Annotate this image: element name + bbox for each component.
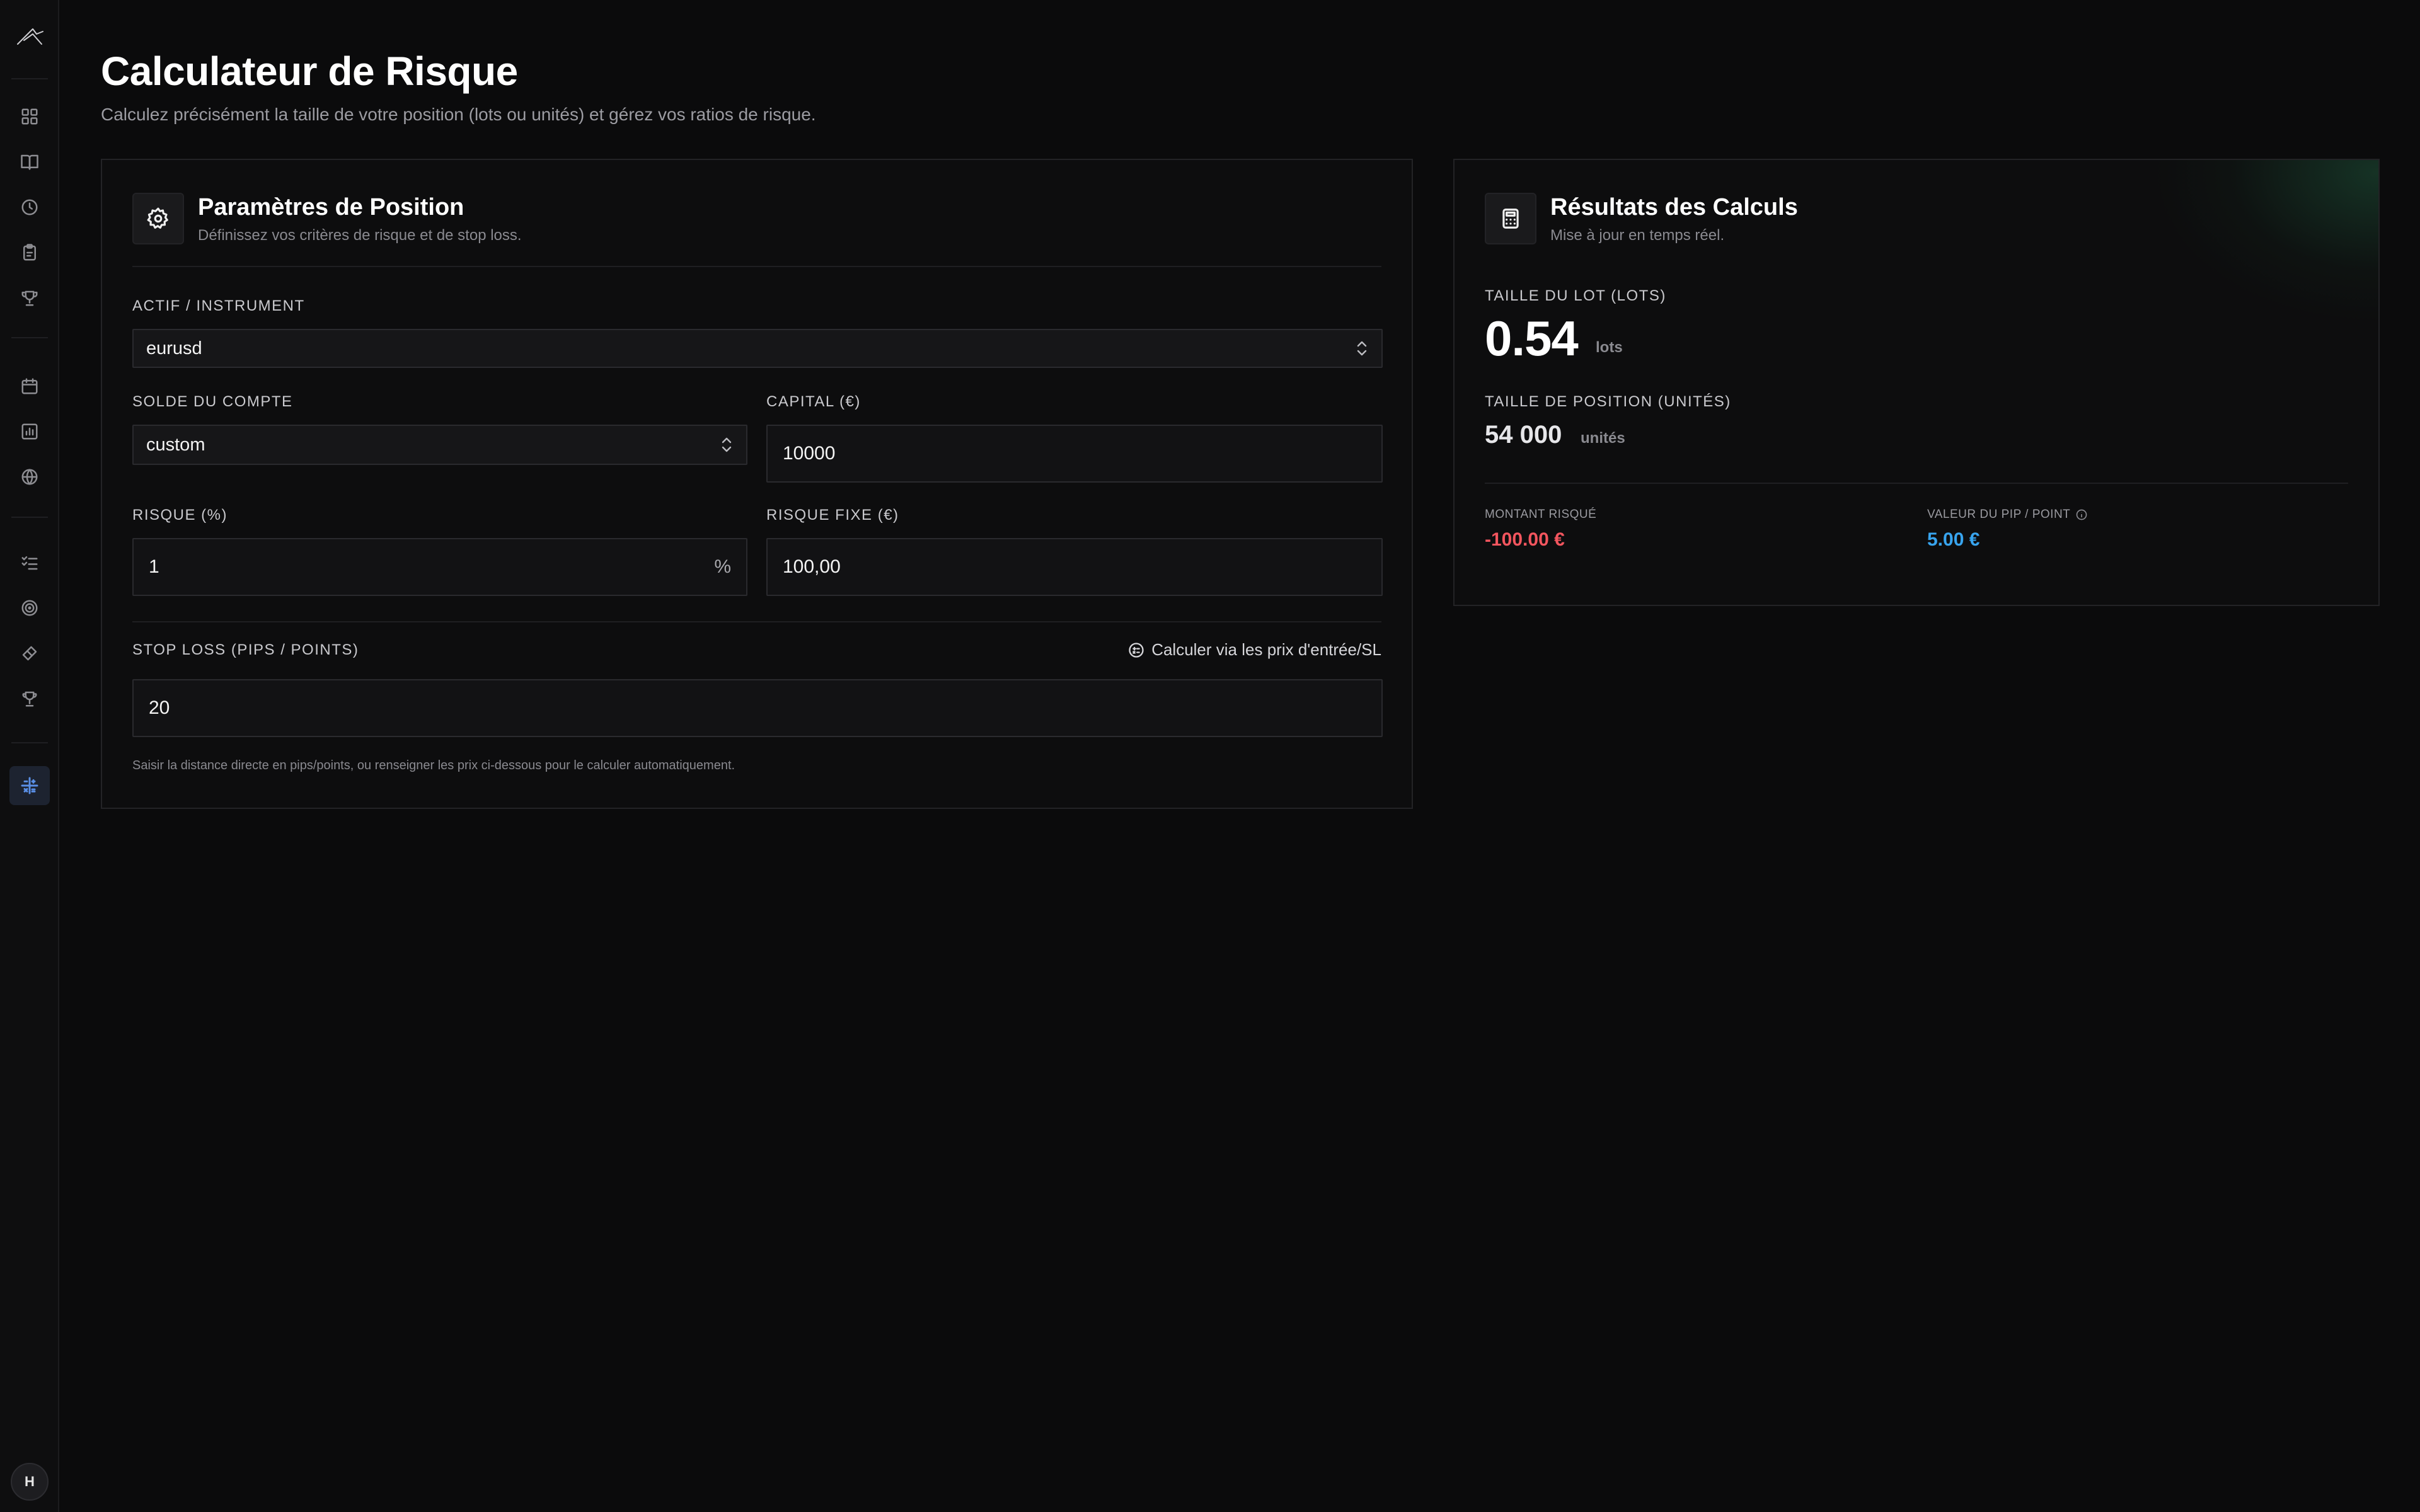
position-size-unit: unités — [1581, 430, 1625, 447]
checklist-icon[interactable] — [17, 550, 42, 575]
capital-value: 10000 — [783, 443, 836, 464]
journal-icon[interactable] — [17, 149, 42, 175]
lot-size-label: TAILLE DU LOT (LOTS) — [1485, 287, 1666, 304]
lot-size-unit: lots — [1596, 339, 1623, 356]
stoploss-value: 20 — [149, 697, 170, 718]
risk-percent-label: RISQUE (%) — [132, 507, 228, 524]
results-card: Résultats des Calculs Mise à jour en tem… — [1453, 159, 2380, 606]
divider — [1485, 483, 2348, 484]
params-title: Paramètres de Position — [198, 194, 464, 220]
logo-icon[interactable] — [16, 25, 44, 47]
settings-icon — [132, 193, 184, 244]
balance-value: custom — [146, 434, 205, 455]
instrument-value: eurusd — [146, 338, 202, 358]
position-params-card: Paramètres de Position Définissez vos cr… — [101, 159, 1413, 809]
trophy-icon[interactable] — [17, 285, 42, 311]
risk-amount-value: -100.00 € — [1485, 529, 1565, 550]
position-size-value: 54 000 — [1485, 421, 1562, 449]
calendar-icon[interactable] — [17, 374, 42, 399]
stoploss-input[interactable]: 20 — [132, 679, 1383, 737]
chart-icon[interactable] — [17, 419, 42, 444]
ticket-icon[interactable] — [17, 641, 42, 666]
risk-percent-input[interactable]: 1 % — [132, 538, 747, 596]
sidebar-divider — [11, 78, 48, 79]
globe-icon[interactable] — [17, 464, 42, 490]
divider — [132, 266, 1381, 267]
stoploss-label: STOP LOSS (PIPS / POINTS) — [132, 641, 359, 658]
pip-value-label-text: VALEUR DU PIP / POINT — [1927, 508, 2071, 521]
sidebar-divider — [11, 742, 48, 743]
risk-fixed-input[interactable]: 100,00 — [766, 538, 1383, 596]
calc-via-prices-label: Calculer via les prix d'entrée/SL — [1151, 640, 1381, 659]
sidebar-divider — [11, 337, 48, 338]
clock-icon[interactable] — [17, 195, 42, 220]
stoploss-hint: Saisir la distance directe en pips/point… — [132, 759, 735, 772]
award-icon[interactable] — [17, 686, 42, 711]
page-title: Calculateur de Risque — [101, 49, 518, 94]
info-icon[interactable] — [2075, 508, 2088, 521]
capital-label: CAPITAL (€) — [766, 393, 861, 410]
sidebar: H — [0, 0, 59, 1512]
clipboard-icon[interactable] — [17, 240, 42, 265]
avatar[interactable]: H — [11, 1463, 49, 1501]
balance-label: SOLDE DU COMPTE — [132, 393, 293, 410]
risk-percent-value: 1 — [149, 556, 159, 577]
target-icon[interactable] — [17, 595, 42, 621]
risk-fixed-value: 100,00 — [783, 556, 841, 577]
percent-suffix: % — [714, 556, 731, 577]
results-title: Résultats des Calculs — [1550, 194, 1798, 220]
capital-input[interactable]: 10000 — [766, 425, 1383, 483]
pip-value-value: 5.00 € — [1927, 529, 1980, 550]
instrument-select[interactable]: eurusd — [132, 329, 1383, 368]
risk-fixed-label: RISQUE FIXE (€) — [766, 507, 899, 524]
params-description: Définissez vos critères de risque et de … — [198, 227, 522, 244]
calculator-circle-icon — [1129, 642, 1144, 658]
dashboard-icon[interactable] — [17, 104, 42, 129]
sidebar-divider — [11, 517, 48, 518]
page-subtitle: Calculez précisément la taille de votre … — [101, 105, 816, 124]
decorative-glow — [2152, 160, 2378, 324]
position-size-label: TAILLE DE POSITION (UNITÉS) — [1485, 393, 1731, 410]
divider — [132, 621, 1381, 622]
chevrons-up-down-icon — [1355, 338, 1369, 358]
calc-via-prices-link[interactable]: Calculer via les prix d'entrée/SL — [1127, 640, 1381, 660]
risk-amount-label: MONTANT RISQUÉ — [1485, 508, 1596, 522]
lot-size-value: 0.54 — [1485, 311, 1579, 366]
chevrons-up-down-icon — [720, 435, 734, 455]
pip-value-label: VALEUR DU PIP / POINT — [1927, 508, 2088, 522]
results-description: Mise à jour en temps réel. — [1550, 227, 1725, 244]
calculator-icon[interactable] — [9, 766, 50, 805]
calculator-icon — [1485, 193, 1536, 244]
balance-select[interactable]: custom — [132, 425, 747, 465]
instrument-label: ACTIF / INSTRUMENT — [132, 297, 305, 314]
risk-amount-label-text: MONTANT RISQUÉ — [1485, 508, 1597, 521]
